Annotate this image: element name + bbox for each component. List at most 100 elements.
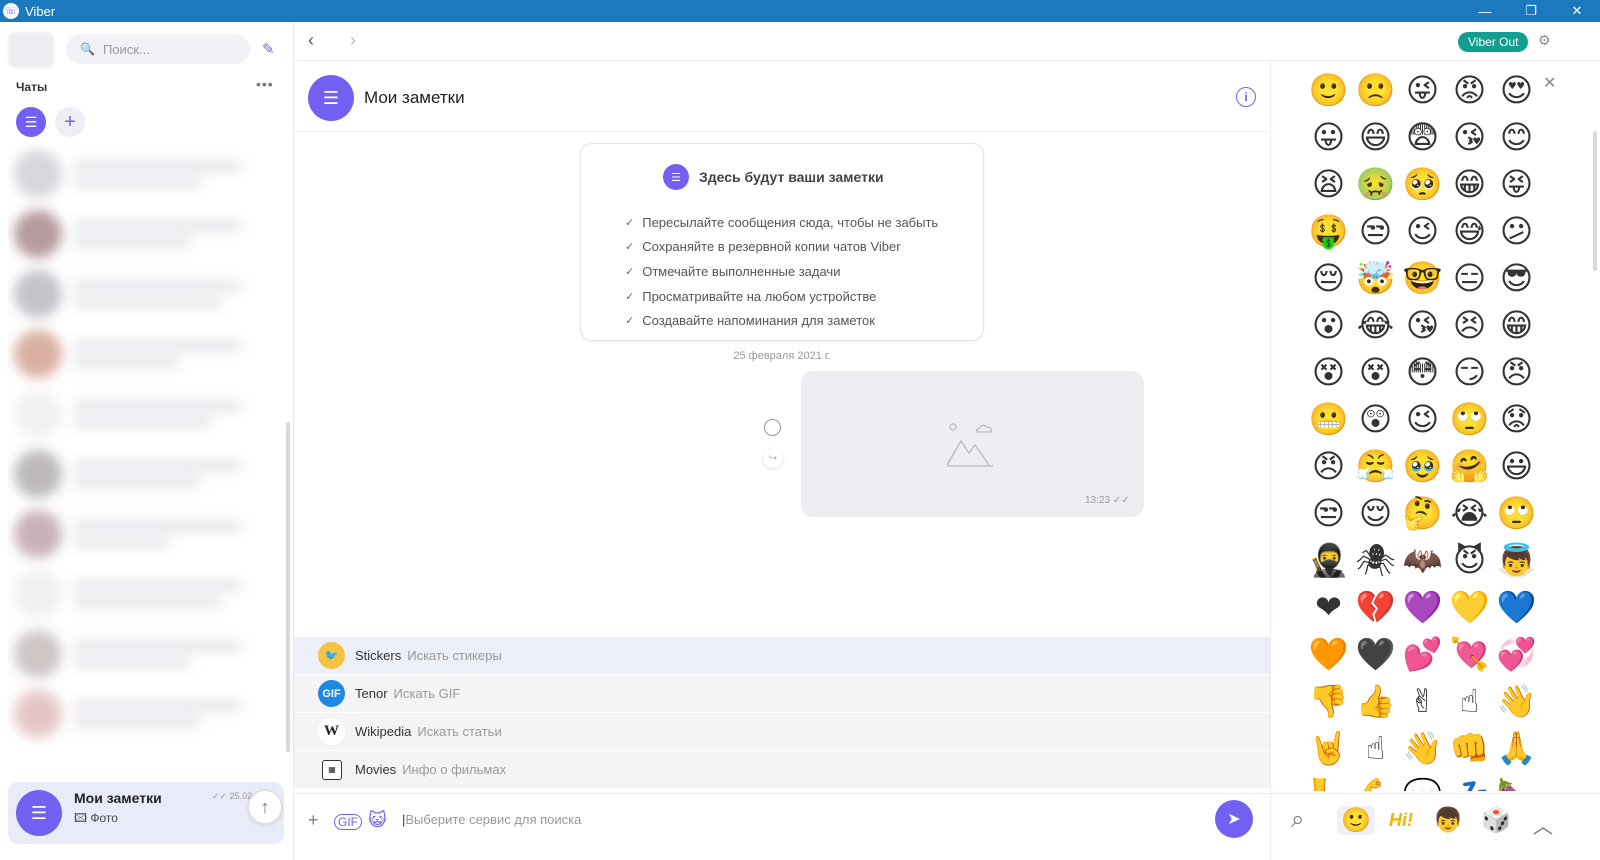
emoji-item[interactable]: 🦇 xyxy=(1399,537,1446,584)
info-icon[interactable]: i xyxy=(1236,87,1256,107)
emoji-item[interactable]: 🕷 xyxy=(1352,537,1399,584)
emoji-item[interactable]: 😳 xyxy=(1399,349,1446,396)
emoji-item[interactable]: 💛 xyxy=(1446,584,1493,631)
add-filter-button[interactable]: + xyxy=(55,107,85,137)
emoji-item[interactable]: 😁 xyxy=(1493,302,1540,349)
emoji-item[interactable]: 😣 xyxy=(1446,302,1493,349)
emoji-item[interactable]: ☝ xyxy=(1446,678,1493,725)
dice-sticker-icon[interactable]: 🎲 xyxy=(1481,806,1511,835)
close-button[interactable]: ✕ xyxy=(1554,0,1600,22)
minimize-button[interactable]: — xyxy=(1462,0,1508,22)
emoji-item[interactable]: 🤘 xyxy=(1305,725,1352,772)
emoji-item[interactable]: 🥺 xyxy=(1399,161,1446,208)
emoji-item[interactable]: 👼 xyxy=(1493,537,1540,584)
emoji-item[interactable]: 🦶 xyxy=(1305,772,1352,791)
emoji-item[interactable]: 😈 xyxy=(1446,537,1493,584)
message-input[interactable]: |Выберите сервис для поиска xyxy=(402,812,581,827)
photo-message[interactable]: 13:23 ✓✓ xyxy=(801,371,1144,517)
gif-icon[interactable]: GIF xyxy=(334,814,362,830)
emoji-item[interactable]: 👍 xyxy=(1352,678,1399,725)
emoji-item[interactable]: 😎 xyxy=(1493,255,1540,302)
sticker-icon[interactable]: 😺 xyxy=(368,810,387,831)
emoji-item[interactable]: 💔 xyxy=(1352,584,1399,631)
active-chat-item[interactable]: ☰ Мои заметки 🖾 Фото ✓✓ 25.02 xyxy=(8,782,284,844)
emoji-item[interactable]: 😉 xyxy=(1399,396,1446,443)
emoji-item[interactable]: 😊 xyxy=(1493,114,1540,161)
emoji-item[interactable]: 🧡 xyxy=(1305,631,1352,678)
hi-sticker-icon[interactable]: Hi! xyxy=(1389,810,1413,831)
viber-out-button[interactable]: Viber Out xyxy=(1458,32,1529,52)
gear-icon[interactable]: ⚙ xyxy=(1538,32,1551,49)
back-arrow-icon[interactable]: ‹ xyxy=(308,30,314,51)
emoji-item[interactable]: 😄 xyxy=(1352,114,1399,161)
emoji-item[interactable]: 🥷 xyxy=(1305,537,1352,584)
emoji-scrollbar[interactable] xyxy=(1593,131,1597,271)
forward-icon[interactable]: ↪ xyxy=(763,448,783,468)
emoji-item[interactable]: 🖤 xyxy=(1352,631,1399,678)
emoji-item[interactable]: 😬 xyxy=(1305,396,1352,443)
emoji-item[interactable]: 🍆 xyxy=(1493,772,1540,791)
emoji-item[interactable]: 💬 xyxy=(1399,772,1446,791)
service-wikipedia[interactable]: W Wikipedia Искать статьи xyxy=(294,713,1270,751)
emoji-item[interactable]: 👋 xyxy=(1399,725,1446,772)
emoji-item[interactable]: 😵 xyxy=(1352,349,1399,396)
emoji-item[interactable]: 🙄 xyxy=(1446,396,1493,443)
more-options-icon[interactable]: ••• xyxy=(256,76,274,92)
emoji-item[interactable]: 🙂 xyxy=(1305,67,1352,114)
emoji-item[interactable]: 😘 xyxy=(1446,114,1493,161)
smiley-icon[interactable]: 🙂 xyxy=(1337,806,1375,835)
emoji-item[interactable]: 😕 xyxy=(1493,208,1540,255)
my-avatar[interactable] xyxy=(8,32,54,68)
forward-arrow-icon[interactable]: › xyxy=(350,30,356,51)
emoji-item[interactable]: 😡 xyxy=(1446,67,1493,114)
emoji-item[interactable]: 😂 xyxy=(1352,302,1399,349)
emoji-item[interactable]: 👊 xyxy=(1446,725,1493,772)
emoji-item[interactable]: 😌 xyxy=(1352,490,1399,537)
emoji-item[interactable]: ✌ xyxy=(1399,678,1446,725)
emoji-item[interactable]: 😒 xyxy=(1352,208,1399,255)
emoji-item[interactable]: 😑 xyxy=(1446,255,1493,302)
emoji-item[interactable]: 😛 xyxy=(1305,114,1352,161)
emoji-item[interactable]: 🤗 xyxy=(1446,443,1493,490)
emoji-item[interactable]: 😔 xyxy=(1305,255,1352,302)
character-sticker-icon[interactable]: 👦 xyxy=(1433,806,1463,835)
send-button[interactable]: ➤ xyxy=(1215,800,1253,838)
list-item[interactable] xyxy=(8,264,284,324)
emoji-item[interactable]: 😲 xyxy=(1352,396,1399,443)
list-item[interactable] xyxy=(8,564,284,624)
service-movies[interactable]: ▦ Movies Инфо о фильмах xyxy=(294,751,1270,789)
list-item[interactable] xyxy=(8,144,284,204)
restore-button[interactable]: ❐ xyxy=(1508,0,1554,22)
service-tenor[interactable]: GIF Tenor Искать GIF xyxy=(294,675,1270,713)
emoji-item[interactable]: 😟 xyxy=(1493,396,1540,443)
notes-filter-icon[interactable]: ☰ xyxy=(16,107,46,137)
list-item[interactable] xyxy=(8,684,284,744)
emoji-item[interactable]: 😭 xyxy=(1446,490,1493,537)
emoji-item[interactable]: 💞 xyxy=(1493,631,1540,678)
list-item[interactable] xyxy=(8,624,284,684)
emoji-item[interactable]: 👋 xyxy=(1493,678,1540,725)
emoji-item[interactable]: 😮 xyxy=(1305,302,1352,349)
emoji-item[interactable]: 🤓 xyxy=(1399,255,1446,302)
emoji-item[interactable]: 😫 xyxy=(1305,161,1352,208)
emoji-item[interactable]: 🤔 xyxy=(1399,490,1446,537)
attach-plus-icon[interactable]: + xyxy=(308,810,319,831)
emoji-item[interactable]: 🙏 xyxy=(1493,725,1540,772)
close-icon[interactable]: ✕ xyxy=(1543,73,1556,93)
emoji-item[interactable]: 😜 xyxy=(1399,67,1446,114)
emoji-item[interactable]: 😍 xyxy=(1493,67,1540,114)
emoji-item[interactable]: 😏 xyxy=(1446,349,1493,396)
emoji-item[interactable]: 😅 xyxy=(1446,208,1493,255)
emoji-item[interactable]: ☝ xyxy=(1352,725,1399,772)
search-icon[interactable]: ⌕ xyxy=(1291,806,1304,834)
emoji-item[interactable]: 🤯 xyxy=(1352,255,1399,302)
emoji-item[interactable]: 💘 xyxy=(1446,631,1493,678)
list-item[interactable] xyxy=(8,204,284,264)
sidebar-scrollbar[interactable] xyxy=(286,422,290,752)
list-item[interactable] xyxy=(8,384,284,444)
emoji-item[interactable]: 🤑 xyxy=(1305,208,1352,255)
emoji-item[interactable]: ❤ xyxy=(1305,584,1352,631)
emoji-item[interactable]: 💙 xyxy=(1493,584,1540,631)
list-item[interactable] xyxy=(8,504,284,564)
emoji-item[interactable]: 😁 xyxy=(1446,161,1493,208)
